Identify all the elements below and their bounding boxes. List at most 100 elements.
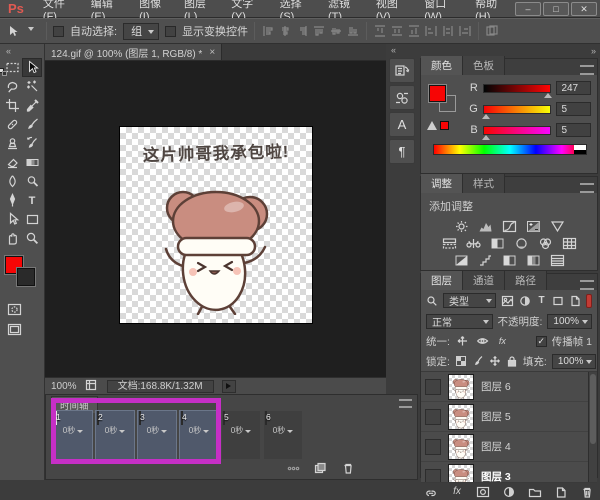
tab-swatches[interactable]: 色板 (463, 56, 505, 75)
preset-dropdown-icon[interactable] (26, 24, 40, 38)
hand-tool[interactable] (2, 229, 22, 248)
hue-saturation-icon[interactable] (441, 236, 458, 250)
red-value-field[interactable]: 247 (556, 81, 591, 95)
new-group-icon[interactable] (528, 485, 543, 499)
layer-row[interactable]: 图层 5 (421, 402, 597, 432)
dodge-tool[interactable] (22, 172, 42, 191)
paragraph-panel-icon[interactable]: ¶ (389, 139, 415, 164)
layer-filtering-toggle[interactable] (586, 294, 592, 308)
distribute-right-icon[interactable] (458, 24, 472, 38)
filter-adjustment-layers-icon[interactable] (519, 294, 531, 308)
red-slider[interactable] (483, 84, 552, 93)
type-tool[interactable]: T (22, 191, 42, 210)
lock-pixels-icon[interactable] (472, 354, 484, 368)
selective-color-icon[interactable] (549, 253, 566, 267)
background-color-swatch[interactable] (17, 268, 35, 286)
maximize-button[interactable]: □ (543, 2, 569, 16)
align-bottom-edges-icon[interactable] (346, 24, 360, 38)
status-options-arrow[interactable] (222, 380, 236, 393)
blend-mode-dropdown[interactable]: 正常 (426, 314, 493, 329)
properties-panel-icon[interactable] (389, 85, 415, 110)
curves-icon[interactable] (501, 219, 518, 233)
dock-collapse-icon[interactable]: » (591, 46, 596, 56)
clone-stamp-tool[interactable] (2, 134, 22, 153)
layers-panel-menu-icon[interactable] (580, 280, 594, 290)
path-selection-tool[interactable] (2, 210, 22, 229)
distribute-left-icon[interactable] (424, 24, 438, 38)
default-colors-icon[interactable] (0, 68, 8, 77)
new-layer-icon[interactable] (554, 485, 569, 499)
unify-position-icon[interactable] (455, 334, 470, 348)
layer-style-icon[interactable]: fx (450, 485, 465, 499)
animation-frame-2[interactable]: 2 0秒 (96, 411, 134, 459)
frame-delay-dropdown[interactable]: 0秒 (97, 425, 133, 436)
add-layer-mask-icon[interactable] (476, 485, 491, 499)
document-tab-close-icon[interactable]: × (209, 47, 215, 58)
animation-frame-1[interactable]: 1 0秒 (54, 411, 92, 459)
toolbar-collapse-icon[interactable]: « (0, 44, 44, 58)
crop-tool[interactable] (2, 96, 22, 115)
green-value-field[interactable]: 5 (556, 102, 591, 116)
layer-thumbnail[interactable] (448, 434, 474, 460)
tab-color[interactable]: 颜色 (421, 56, 463, 75)
character-panel-icon[interactable]: A (389, 112, 415, 137)
color-balance-icon[interactable] (465, 236, 482, 250)
layer-thumbnail[interactable] (448, 404, 474, 430)
distribute-v-centers-icon[interactable] (390, 24, 404, 38)
layer-thumbnail[interactable] (448, 374, 474, 400)
fill-dropdown[interactable]: 100% (552, 354, 597, 369)
black-white-icon[interactable] (489, 236, 506, 250)
layer-name[interactable]: 图层 5 (481, 409, 511, 424)
layers-scrollbar[interactable] (588, 372, 597, 482)
blur-tool[interactable] (2, 172, 22, 191)
opacity-dropdown[interactable]: 100% (547, 314, 592, 329)
frame-delay-dropdown[interactable]: 0秒 (55, 425, 91, 436)
filter-shape-layers-icon[interactable] (552, 294, 564, 308)
layer-filter-type-dropdown[interactable]: 类型 (443, 293, 496, 308)
frame-delay-dropdown[interactable]: 0秒 (265, 425, 301, 436)
image-artboard[interactable]: 这片帅哥我承包啦! (120, 127, 312, 323)
invert-icon[interactable] (453, 253, 470, 267)
color-lookup-icon[interactable] (561, 236, 578, 250)
posterize-icon[interactable] (477, 253, 494, 267)
timeline-panel-menu-icon[interactable] (399, 399, 412, 408)
layer-row-selected[interactable]: 图层 3 (421, 462, 597, 482)
photo-filter-icon[interactable] (513, 236, 530, 250)
minimize-button[interactable]: – (515, 2, 541, 16)
exposure-icon[interactable] (525, 219, 542, 233)
show-transform-checkbox[interactable] (165, 26, 176, 37)
tab-adjustments[interactable]: 调整 (421, 174, 463, 193)
tween-frames-icon[interactable] (286, 461, 301, 475)
document-tab[interactable]: 124.gif @ 100% (图层 1, RGB/8) * × (45, 44, 222, 60)
visibility-toggle[interactable] (425, 409, 441, 425)
filter-pixel-layers-icon[interactable] (501, 294, 514, 308)
blue-slider[interactable] (483, 126, 552, 135)
panel-foreground-swatch[interactable] (429, 85, 446, 102)
unify-style-icon[interactable]: fx (495, 334, 510, 348)
canvas-viewport[interactable]: 这片帅哥我承包啦! (45, 61, 386, 377)
color-spectrum-ramp[interactable] (433, 144, 587, 155)
move-tool-preset-icon[interactable] (6, 24, 20, 38)
distribute-h-centers-icon[interactable] (441, 24, 455, 38)
align-v-centers-icon[interactable] (329, 24, 343, 38)
link-layers-icon[interactable] (424, 485, 439, 499)
auto-align-layers-icon[interactable] (485, 24, 499, 38)
distribute-bottom-icon[interactable] (407, 24, 421, 38)
delete-layer-icon[interactable] (580, 485, 595, 499)
lock-all-icon[interactable] (506, 354, 518, 368)
layer-name[interactable]: 图层 6 (481, 379, 511, 394)
auto-select-checkbox[interactable] (53, 26, 64, 37)
animation-frame-6[interactable]: 6 0秒 (264, 411, 302, 459)
strip-collapse-icon[interactable]: « (386, 44, 418, 56)
layer-thumbnail[interactable] (448, 464, 474, 483)
pen-tool[interactable] (2, 191, 22, 210)
propagate-frame-checkbox[interactable]: ✓ (536, 336, 547, 347)
zoom-tool[interactable] (22, 229, 42, 248)
levels-icon[interactable] (477, 219, 494, 233)
tab-channels[interactable]: 通道 (463, 271, 505, 290)
spot-healing-brush-tool[interactable] (2, 115, 22, 134)
close-button[interactable]: ✕ (571, 2, 597, 16)
screen-mode-icon[interactable] (7, 322, 21, 336)
frame-delay-dropdown[interactable]: 0秒 (139, 425, 175, 436)
rectangle-tool[interactable] (22, 210, 42, 229)
